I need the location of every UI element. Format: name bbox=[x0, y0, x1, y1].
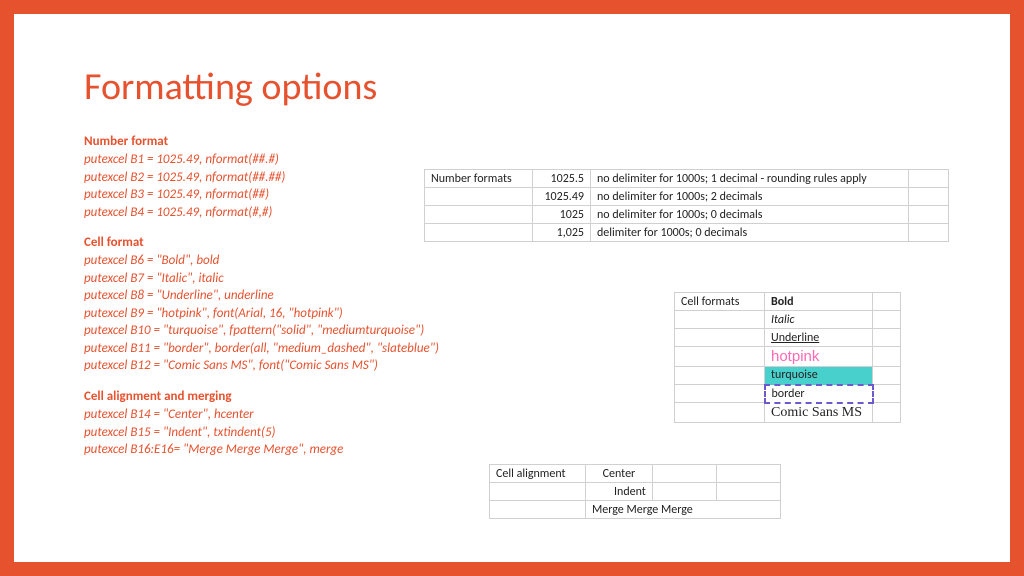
cell-merge: Merge Merge Merge bbox=[586, 501, 781, 519]
section-number-format: Number format bbox=[84, 134, 504, 149]
code-line: putexcel B14 = "Center", hcenter bbox=[84, 406, 504, 424]
table-row: 1025.49 no delimiter for 1000s; 2 decima… bbox=[425, 188, 949, 206]
code-line: putexcel B15 = "Indent", txtindent(5) bbox=[84, 424, 504, 442]
table-label: Cell alignment bbox=[490, 465, 586, 483]
empty-cell bbox=[716, 465, 780, 483]
cell-desc: no delimiter for 1000s; 1 decimal - roun… bbox=[591, 170, 909, 188]
table-row: Comic Sans MS bbox=[675, 403, 901, 423]
empty-cell bbox=[675, 403, 765, 423]
empty-cell bbox=[873, 329, 901, 347]
empty-cell bbox=[873, 347, 901, 367]
empty-cell bbox=[425, 206, 533, 224]
table-label: Cell formats bbox=[675, 293, 765, 311]
cell-desc: no delimiter for 1000s; 2 decimals bbox=[591, 188, 909, 206]
empty-cell bbox=[909, 170, 949, 188]
table-row: Merge Merge Merge bbox=[490, 501, 781, 519]
code-line: putexcel B6 = "Bold", bold bbox=[84, 252, 504, 270]
empty-cell bbox=[490, 501, 586, 519]
table-row: Cell alignment Center bbox=[490, 465, 781, 483]
table-row: hotpink bbox=[675, 347, 901, 367]
empty-cell bbox=[425, 224, 533, 242]
empty-cell bbox=[909, 188, 949, 206]
code-line: putexcel B12 = "Comic Sans MS", font("Co… bbox=[84, 357, 504, 375]
code-line: putexcel B11 = "border", border(all, "me… bbox=[84, 340, 504, 358]
cell-underline: Underline bbox=[765, 329, 873, 347]
page-title: Formatting options bbox=[84, 64, 940, 110]
table-row: 1025 no delimiter for 1000s; 0 decimals bbox=[425, 206, 949, 224]
empty-cell bbox=[716, 483, 780, 501]
cell-turquoise: turquoise bbox=[765, 367, 873, 385]
empty-cell bbox=[675, 385, 765, 403]
empty-cell bbox=[675, 367, 765, 385]
table-row: Indent bbox=[490, 483, 781, 501]
table-row: Number formats 1025.5 no delimiter for 1… bbox=[425, 170, 949, 188]
cell-center: Center bbox=[586, 465, 653, 483]
code-line: putexcel B8 = "Underline", underline bbox=[84, 287, 504, 305]
empty-cell bbox=[490, 483, 586, 501]
empty-cell bbox=[873, 367, 901, 385]
cell-value: 1025.5 bbox=[533, 170, 591, 188]
empty-cell bbox=[652, 465, 716, 483]
cell-indent: Indent bbox=[586, 483, 653, 501]
empty-cell bbox=[873, 311, 901, 329]
table-row: 1,025 delimiter for 1000s; 0 decimals bbox=[425, 224, 949, 242]
empty-cell bbox=[652, 483, 716, 501]
empty-cell bbox=[873, 293, 901, 311]
table-row: border bbox=[675, 385, 901, 403]
table-label: Number formats bbox=[425, 170, 533, 188]
code-line: putexcel B7 = "Italic", italic bbox=[84, 270, 504, 288]
cell-bold: Bold bbox=[765, 293, 873, 311]
cell-formats-table: Cell formats Bold Italic Underline hotpi… bbox=[674, 292, 901, 423]
code-line: putexcel B10 = "turquoise", fpattern("so… bbox=[84, 322, 504, 340]
table-row: Cell formats Bold bbox=[675, 293, 901, 311]
empty-cell bbox=[675, 329, 765, 347]
code-line: putexcel B1 = 1025.49, nformat(##.#) bbox=[84, 151, 504, 169]
cell-border: border bbox=[765, 385, 873, 403]
cell-comic-sans: Comic Sans MS bbox=[765, 403, 873, 423]
empty-cell bbox=[675, 311, 765, 329]
cell-value: 1025 bbox=[533, 206, 591, 224]
cell-italic: Italic bbox=[765, 311, 873, 329]
cell-value: 1025.49 bbox=[533, 188, 591, 206]
table-row: Italic bbox=[675, 311, 901, 329]
cell-desc: delimiter for 1000s; 0 decimals bbox=[591, 224, 909, 242]
cell-hotpink: hotpink bbox=[765, 347, 873, 367]
code-line: putexcel B9 = "hotpink", font(Arial, 16,… bbox=[84, 305, 504, 323]
empty-cell bbox=[425, 188, 533, 206]
empty-cell bbox=[873, 385, 901, 403]
section-alignment: Cell alignment and merging bbox=[84, 389, 504, 404]
empty-cell bbox=[873, 403, 901, 423]
code-line: putexcel B16:E16= "Merge Merge Merge", m… bbox=[84, 441, 504, 459]
empty-cell bbox=[675, 347, 765, 367]
table-row: turquoise bbox=[675, 367, 901, 385]
empty-cell bbox=[909, 206, 949, 224]
alignment-table: Cell alignment Center Indent Merge Merge… bbox=[489, 464, 781, 519]
empty-cell bbox=[909, 224, 949, 242]
number-formats-table: Number formats 1025.5 no delimiter for 1… bbox=[424, 169, 949, 242]
cell-desc: no delimiter for 1000s; 0 decimals bbox=[591, 206, 909, 224]
table-row: Underline bbox=[675, 329, 901, 347]
cell-value: 1,025 bbox=[533, 224, 591, 242]
slide-frame: Formatting options Number format putexce… bbox=[0, 0, 1024, 576]
